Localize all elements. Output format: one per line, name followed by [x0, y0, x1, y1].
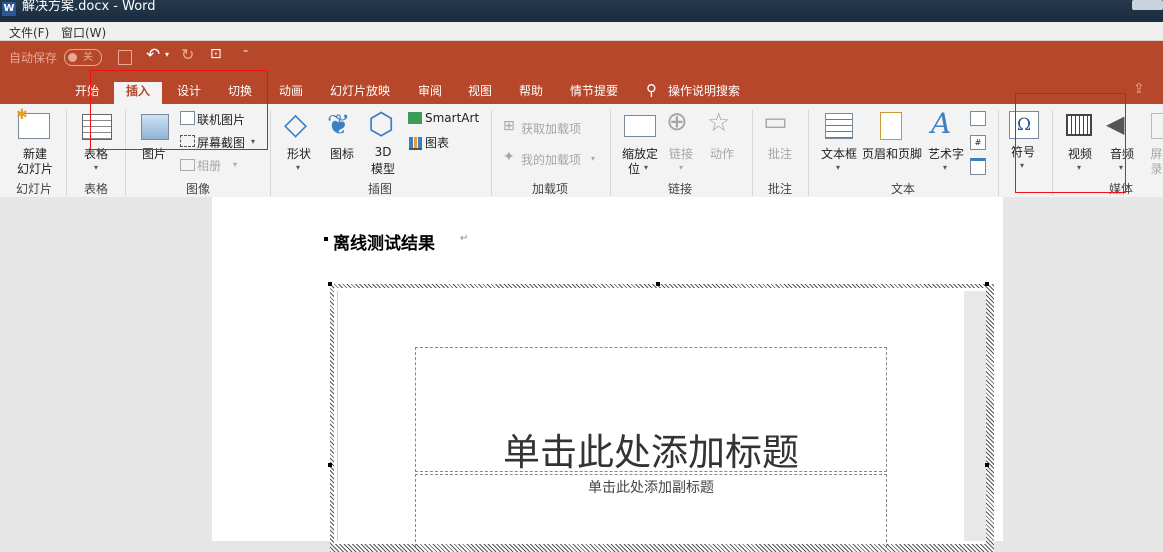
- new-slide-label-2[interactable]: 幻灯片: [10, 160, 60, 177]
- textbox-icon: [825, 113, 853, 139]
- screen-recording-label-2[interactable]: 录: [1150, 160, 1163, 177]
- slideshow-from-start-icon[interactable]: ⊡: [210, 46, 222, 62]
- menu-file[interactable]: 文件(F): [9, 24, 49, 41]
- highlight-box-media: [1015, 93, 1126, 193]
- bullet-marker: [324, 237, 328, 241]
- tab-slideshow[interactable]: 幻灯片放映: [322, 82, 398, 105]
- menu-window[interactable]: 窗口(W): [61, 24, 106, 41]
- lightbulb-search-icon: ⚲: [646, 81, 657, 99]
- group-slides: 幻灯片: [15, 182, 52, 196]
- group-divider: [270, 110, 271, 196]
- highlight-box-insert-tab: [90, 70, 268, 150]
- tell-me-search[interactable]: 操作说明搜索: [668, 82, 752, 105]
- icons-label[interactable]: 图标: [324, 145, 360, 162]
- autosave-label: 自动保存: [9, 51, 58, 65]
- tab-review[interactable]: 审阅: [407, 82, 453, 105]
- slide-number-icon[interactable]: #: [970, 135, 986, 150]
- header-footer-icon: [880, 112, 902, 140]
- zoom-dropdown-icon[interactable]: ▾: [644, 163, 648, 172]
- date-time-icon[interactable]: [970, 111, 986, 126]
- group-divider: [491, 110, 492, 196]
- menu-bar: 文件(F) 窗口(W): [0, 22, 1163, 41]
- group-divider: [752, 110, 753, 196]
- comment-icon: ▭: [763, 107, 788, 137]
- wordart-label[interactable]: 艺术字: [927, 145, 965, 162]
- shapes-dropdown-icon[interactable]: ▾: [296, 163, 300, 172]
- slide-title-placeholder-text[interactable]: 单击此处添加标题: [415, 422, 887, 476]
- share-icon[interactable]: ⇪: [1133, 81, 1145, 97]
- embedded-slide-margin: [964, 291, 986, 541]
- resize-handle[interactable]: [328, 463, 332, 467]
- resize-handle[interactable]: [985, 463, 989, 467]
- store-icon: ⊞: [503, 118, 515, 134]
- smartart-icon: [408, 112, 422, 124]
- link-dropdown-icon: ▾: [679, 163, 684, 172]
- group-text: 文本: [890, 182, 915, 196]
- group-divider: [610, 110, 611, 196]
- chart-icon: [409, 137, 422, 150]
- my-addins-dropdown-icon: ▾: [591, 154, 596, 163]
- window-title: 解决方案.docx - Word: [22, 0, 156, 14]
- tab-help[interactable]: 帮助: [508, 82, 554, 105]
- object-icon[interactable]: [970, 158, 986, 175]
- link-globe-icon: ⊕: [666, 107, 688, 137]
- zoom-icon: [624, 115, 656, 137]
- smartart-label[interactable]: SmartArt: [425, 111, 479, 125]
- group-comments: 批注: [767, 182, 792, 196]
- action-star-icon: ☆: [707, 108, 731, 138]
- group-tables: 表格: [83, 182, 108, 196]
- album-label: 相册: [197, 159, 222, 173]
- tab-storyboard[interactable]: 情节提要: [562, 82, 626, 105]
- zoom-label-2[interactable]: 位: [626, 160, 642, 177]
- album-dropdown-icon: ▾: [233, 160, 238, 169]
- 3d-models-label-1[interactable]: 3D: [370, 145, 396, 159]
- get-addins-label: 获取加载项: [521, 122, 582, 136]
- save-icon[interactable]: [118, 50, 132, 65]
- group-divider: [66, 110, 67, 196]
- group-divider: [998, 110, 999, 196]
- word-app-icon: W: [2, 2, 16, 16]
- header-footer-label[interactable]: 页眉和页脚: [860, 145, 924, 162]
- window-controls[interactable]: [1132, 0, 1163, 10]
- 3d-models-icon: ⬡: [368, 107, 395, 142]
- resize-handle[interactable]: [985, 282, 989, 286]
- new-slide-star-icon: ✱: [16, 107, 28, 123]
- group-links: 链接: [667, 182, 692, 196]
- icons-icon: ❦: [327, 108, 351, 141]
- wordart-icon: A: [931, 107, 952, 140]
- comment-label: 批注: [767, 147, 792, 161]
- group-divider: [808, 110, 809, 196]
- 3d-models-label-2[interactable]: 模型: [368, 160, 398, 177]
- screen-recording-icon: [1151, 113, 1163, 139]
- group-images: 图像: [185, 182, 210, 196]
- undo-icon[interactable]: ↶: [146, 45, 160, 65]
- shapes-label[interactable]: 形状: [281, 145, 317, 162]
- my-addins-label: 我的加载项: [521, 153, 582, 167]
- action-label: 动作: [709, 147, 734, 161]
- resize-handle[interactable]: [328, 282, 332, 286]
- wordart-dropdown-icon[interactable]: ▾: [943, 163, 947, 172]
- slide-subtitle-placeholder-text[interactable]: 单击此处添加副标题: [415, 477, 887, 497]
- group-addins: 加载项: [531, 182, 568, 196]
- my-addins-icon: ✦: [503, 149, 515, 165]
- undo-dropdown-icon[interactable]: ▾: [165, 50, 169, 59]
- redo-icon[interactable]: ↻: [181, 45, 194, 64]
- album-icon: [180, 159, 195, 171]
- table-dropdown-icon[interactable]: ▾: [94, 163, 98, 172]
- resize-handle[interactable]: [656, 282, 660, 286]
- tab-view[interactable]: 视图: [457, 82, 503, 105]
- group-illustrations: 插图: [367, 182, 392, 196]
- autosave-toggle[interactable]: 关: [64, 49, 102, 66]
- document-heading[interactable]: 离线测试结果: [333, 229, 435, 254]
- customize-qat-icon[interactable]: ⁼: [243, 48, 248, 59]
- textbox-label[interactable]: 文本框: [818, 145, 860, 162]
- chart-label[interactable]: 图表: [425, 134, 449, 151]
- paragraph-mark-icon: ↵: [460, 233, 469, 244]
- tab-animations[interactable]: 动画: [268, 82, 314, 105]
- shapes-icon: ◇: [284, 107, 308, 142]
- title-bar: W 解决方案.docx - Word: [0, 0, 1163, 22]
- textbox-dropdown-icon[interactable]: ▾: [836, 163, 840, 172]
- link-label: 链接: [668, 147, 693, 161]
